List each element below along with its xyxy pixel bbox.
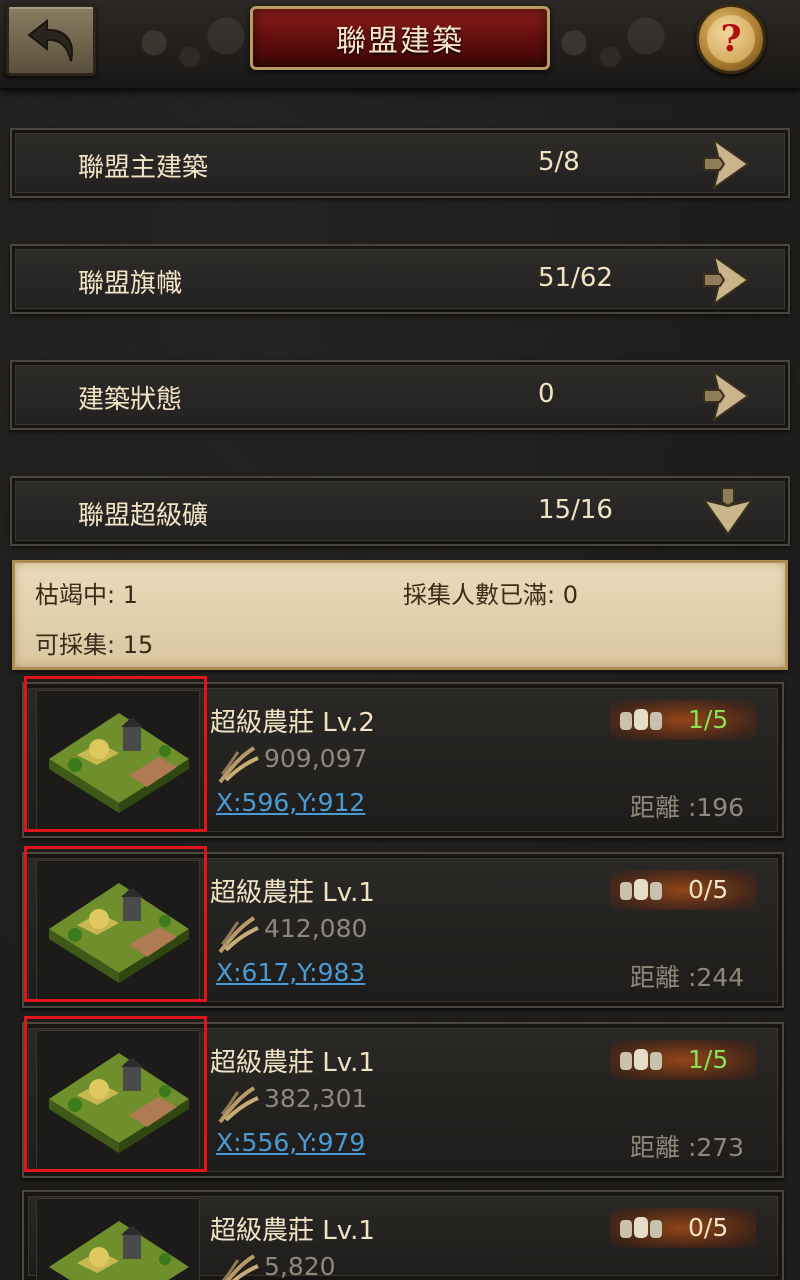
back-arrow-icon: [27, 18, 73, 62]
distance: 距離 :273: [630, 1133, 745, 1162]
farm-thumbnail[interactable]: [36, 1030, 200, 1170]
mine-name: 超級農莊 Lv.2: [210, 708, 375, 738]
gatherer-badge: 1/5: [610, 700, 756, 740]
help-button[interactable]: ?: [696, 4, 766, 74]
chevron-right-icon: [703, 253, 750, 307]
chevron-right-icon: [703, 137, 750, 191]
mine-name: 超級農莊 Lv.1: [210, 1048, 375, 1078]
category-label: 聯盟超級礦: [78, 501, 209, 531]
mine-card[interactable]: 超級農莊 Lv.1 382,301 X:556,Y:979 1/5 距離 :27…: [22, 1016, 784, 1178]
coordinates-link[interactable]: X:596,Y:912: [216, 788, 365, 817]
category-label: 建築狀態: [78, 385, 183, 415]
depleting-count: 枯竭中: 1: [35, 581, 138, 609]
super-mine-summary-panel: 枯竭中: 1 採集人數已滿: 0 可採集: 15: [12, 560, 788, 670]
distance: 距離 :196: [630, 793, 745, 822]
gatherer-count: 0/5: [688, 1213, 729, 1242]
farm-thumbnail[interactable]: [36, 1198, 200, 1280]
category-count: 5/8: [538, 147, 580, 177]
coordinates-link[interactable]: X:617,Y:983: [216, 958, 365, 987]
mine-card[interactable]: 超級農莊 Lv.2 909,097 X:596,Y:912 1/5 距離 :19…: [22, 676, 784, 838]
wheat-icon: [218, 746, 259, 784]
farm-thumbnail[interactable]: [36, 860, 200, 1000]
gatherer-count: 1/5: [688, 1045, 729, 1074]
chevron-right-icon: [703, 369, 750, 423]
category-count: 0: [538, 379, 555, 409]
mine-name: 超級農莊 Lv.1: [210, 1216, 375, 1246]
top-bar: 聯盟建築 ?: [0, 0, 800, 90]
page-title: 聯盟建築: [336, 24, 464, 59]
category-label: 聯盟主建築: [78, 153, 209, 183]
super-farm-icon: [49, 713, 189, 813]
resource-amount: 909,097: [264, 744, 368, 773]
distance: 距離 :244: [630, 963, 745, 992]
coordinates-link[interactable]: X:556,Y:979: [216, 1128, 365, 1157]
category-row-banners[interactable]: 聯盟旗幟 51/62: [10, 244, 790, 314]
troops-icon: [620, 1217, 662, 1238]
super-farm-icon: [49, 883, 189, 983]
category-count: 51/62: [538, 263, 613, 293]
question-mark-icon: ?: [707, 15, 755, 63]
resource-amount: 412,080: [264, 914, 368, 943]
troops-icon: [620, 879, 662, 900]
title-banner: 聯盟建築: [250, 6, 550, 70]
gatherer-badge: 0/5: [610, 1208, 756, 1248]
full-count: 採集人數已滿: 0: [403, 581, 578, 609]
category-row-main-buildings[interactable]: 聯盟主建築 5/8: [10, 128, 790, 198]
super-farm-icon: [49, 1053, 189, 1153]
farm-thumbnail[interactable]: [36, 690, 200, 830]
troops-icon: [620, 1049, 662, 1070]
gatherer-count: 1/5: [688, 705, 729, 734]
mine-card[interactable]: 超級農莊 Lv.1 5,820 0/5: [22, 1190, 784, 1280]
category-label: 聯盟旗幟: [78, 269, 183, 299]
mine-name: 超級農莊 Lv.1: [210, 878, 375, 908]
chevron-down-icon: [701, 487, 755, 536]
category-count: 15/16: [538, 495, 613, 525]
gatherer-badge: 1/5: [610, 1040, 756, 1080]
wheat-icon: [218, 916, 259, 954]
category-row-building-status[interactable]: 建築狀態 0: [10, 360, 790, 430]
category-row-super-mines[interactable]: 聯盟超級礦 15/16: [10, 476, 790, 546]
back-button[interactable]: [6, 4, 96, 76]
gatherer-count: 0/5: [688, 875, 729, 904]
troops-icon: [620, 709, 662, 730]
gatherer-badge: 0/5: [610, 870, 756, 910]
super-farm-icon: [49, 1221, 189, 1280]
wheat-icon: [221, 1254, 259, 1280]
resource-amount: 382,301: [264, 1084, 368, 1113]
resource-amount: 5,820: [264, 1252, 336, 1280]
gatherable-count: 可採集: 15: [35, 631, 154, 659]
mine-card[interactable]: 超級農莊 Lv.1 412,080 X:617,Y:983 0/5 距離 :24…: [22, 846, 784, 1008]
wheat-icon: [218, 1086, 259, 1124]
